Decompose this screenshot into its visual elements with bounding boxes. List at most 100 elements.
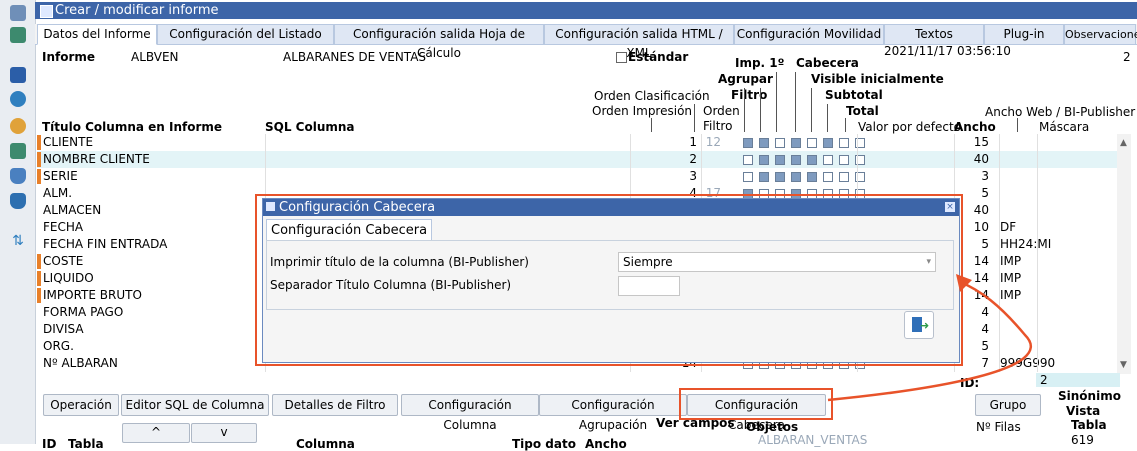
timestamp: 2021/11/17 03:56:10 xyxy=(884,44,1011,58)
row-checkbox[interactable] xyxy=(759,172,769,182)
row-checkbox[interactable] xyxy=(791,155,801,165)
row-marker xyxy=(37,271,41,286)
table-icon[interactable] xyxy=(10,27,26,43)
estandar-checkbox[interactable] xyxy=(616,52,627,63)
globe-icon[interactable] xyxy=(10,91,26,107)
tab-plugin[interactable]: Plug-in xyxy=(984,24,1064,44)
window-title: Crear / modificar informe xyxy=(55,3,219,18)
col-ancho-web: Ancho Web / BI-Publisher xyxy=(985,105,1136,119)
bottom-columna-header: Columna xyxy=(296,437,355,451)
table-row[interactable]: NOMBRE CLIENTE 2 40 xyxy=(37,151,1117,169)
row-marker xyxy=(37,135,41,150)
transfer-icon[interactable]: ⇅ xyxy=(10,233,26,249)
database-icon[interactable] xyxy=(10,168,26,184)
table-scrollbar[interactable]: ▲ ▼ xyxy=(1117,134,1131,374)
informe-label: Informe xyxy=(42,50,96,64)
row-checkbox[interactable] xyxy=(839,172,849,182)
row-ancho[interactable]: 5 xyxy=(967,185,989,202)
left-toolbar: ⇅ xyxy=(0,0,36,444)
row-ancho[interactable]: 10 xyxy=(967,219,989,236)
row-checkbox[interactable] xyxy=(775,155,785,165)
row-title: NOMBRE CLIENTE xyxy=(43,152,150,166)
row-checkbox[interactable] xyxy=(775,138,785,148)
row-checkbox[interactable] xyxy=(743,138,753,148)
tab-movilidad[interactable]: Configuración Movilidad xyxy=(734,24,884,44)
configuracion-agrupacion-button[interactable]: Configuración Agrupación xyxy=(539,394,687,432)
filas-value: 619 xyxy=(1071,433,1094,447)
row-title: FECHA FIN ENTRADA xyxy=(43,237,168,251)
row-filtro[interactable]: 12 xyxy=(661,134,721,151)
tab-observaciones[interactable]: Observaciones xyxy=(1064,24,1137,44)
editor-sql-button[interactable]: Editor SQL de Columna xyxy=(121,394,269,416)
col-valor-defecto: Valor por defecto xyxy=(858,120,962,134)
row-checkbox[interactable] xyxy=(807,138,817,148)
table-row[interactable]: CLIENTE 1 12 15 xyxy=(37,134,1117,152)
col-mascara: Máscara xyxy=(1039,120,1090,134)
row-ancho[interactable]: 3 xyxy=(967,168,989,185)
report-icon[interactable] xyxy=(10,5,26,21)
row-checkbox[interactable] xyxy=(743,155,753,165)
col-imp1: Imp. 1º xyxy=(735,56,785,70)
row-checkbox[interactable] xyxy=(759,138,769,148)
detalles-filtro-button[interactable]: Detalles de Filtro xyxy=(272,394,398,416)
tabla-label: Tabla xyxy=(1071,418,1107,432)
row-mascara[interactable]: HH24:MI xyxy=(1000,236,1051,253)
highlight-arrow xyxy=(827,274,1033,402)
row-title: DIVISA xyxy=(43,322,84,336)
row-ancho[interactable]: 15 xyxy=(967,134,989,151)
informe-code-field[interactable]: ALBVEN xyxy=(131,50,179,64)
grid-icon[interactable] xyxy=(10,67,26,83)
table-row[interactable]: SERIE 3 3 xyxy=(37,168,1117,186)
operacion-button[interactable]: Operación xyxy=(43,394,119,416)
row-checkbox[interactable] xyxy=(807,155,817,165)
tab-datos-informe[interactable]: Datos del Informe xyxy=(37,24,157,45)
row-marker xyxy=(37,152,41,167)
row-checkbox[interactable] xyxy=(807,172,817,182)
spreadsheet-icon[interactable] xyxy=(10,143,26,159)
tab-textos[interactable]: Textos xyxy=(884,24,984,44)
row-checkbox[interactable] xyxy=(823,172,833,182)
col-cabecera: Cabecera xyxy=(796,56,859,70)
row-checkbox[interactable] xyxy=(743,172,753,182)
configuracion-columna-button[interactable]: Configuración Columna xyxy=(401,394,539,432)
tab-configuracion-listado[interactable]: Configuración del Listado xyxy=(157,24,334,44)
row-checkbox[interactable] xyxy=(775,172,785,182)
window-titlebar: Crear / modificar informe xyxy=(35,2,1137,19)
row-ancho[interactable]: 40 xyxy=(967,151,989,168)
bottom-tabla-header: Tabla xyxy=(68,437,104,451)
row-ancho[interactable]: 5 xyxy=(967,236,989,253)
row-orden[interactable]: 3 xyxy=(627,168,697,185)
col-filtro-orden: Filtro xyxy=(703,119,733,133)
database-settings-icon[interactable] xyxy=(10,193,26,209)
bottom-id-header: ID xyxy=(42,437,57,451)
row-title: LIQUIDO xyxy=(43,271,94,285)
tab-html-xml[interactable]: Configuración salida HTML / XML xyxy=(544,24,734,60)
row-orden[interactable]: 2 xyxy=(627,151,697,168)
scroll-up-icon[interactable]: ▲ xyxy=(1120,138,1127,148)
informe-name-field[interactable]: ALBARANES DE VENTAS xyxy=(283,50,426,64)
move-up-button[interactable]: ^ xyxy=(122,423,190,443)
settings-icon[interactable] xyxy=(10,118,26,134)
row-checkbox[interactable] xyxy=(839,138,849,148)
objeto-value[interactable]: ALBARAN_VENTAS xyxy=(758,433,867,447)
row-mascara[interactable]: DF xyxy=(1000,219,1016,236)
row-checkbox[interactable] xyxy=(823,155,833,165)
counter: 2 xyxy=(1123,50,1131,64)
col-sql: SQL Columna xyxy=(265,120,355,134)
row-checkbox[interactable] xyxy=(759,155,769,165)
move-down-button[interactable]: v xyxy=(191,423,257,443)
col-agrupar: Agrupar xyxy=(718,72,773,86)
scroll-down-icon[interactable]: ▼ xyxy=(1120,360,1127,370)
row-title: COSTE xyxy=(43,254,84,268)
row-checkbox[interactable] xyxy=(823,138,833,148)
tab-hoja-calculo[interactable]: Configuración salida Hoja de Cálculo xyxy=(334,24,544,60)
num-filas-label: Nº Filas xyxy=(976,420,1021,434)
row-title: ALMACEN xyxy=(43,203,102,217)
row-checkbox[interactable] xyxy=(791,172,801,182)
row-checkbox[interactable] xyxy=(791,138,801,148)
row-ancho[interactable]: 40 xyxy=(967,202,989,219)
bottom-ancho-header: Ancho xyxy=(585,437,627,451)
row-checkbox[interactable] xyxy=(839,155,849,165)
ver-campos-label: Ver campos xyxy=(656,416,735,430)
row-title: CLIENTE xyxy=(43,135,94,149)
